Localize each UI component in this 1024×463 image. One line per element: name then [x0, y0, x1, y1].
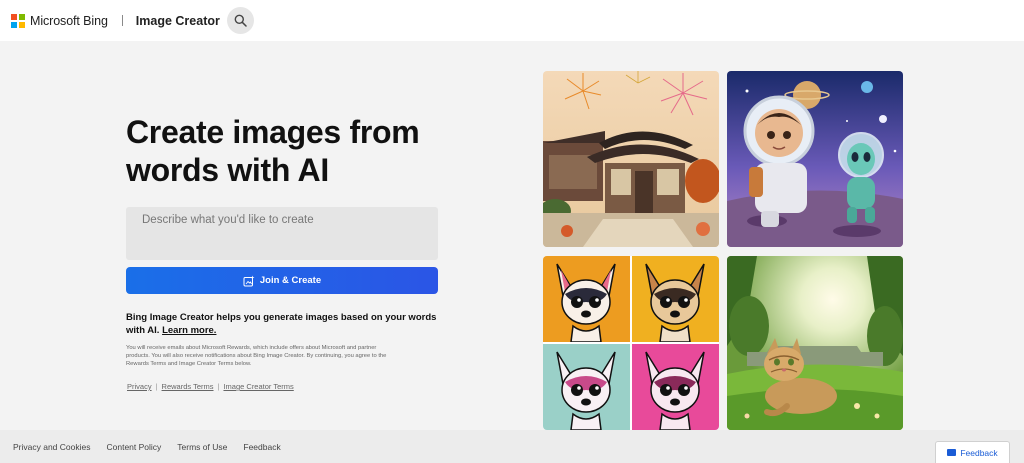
privacy-link[interactable]: Privacy	[127, 382, 152, 391]
feedback-icon	[947, 449, 957, 456]
chihuahua-pop-art-image	[543, 256, 719, 430]
sparkle-image-icon	[243, 275, 255, 286]
hero-title: Create images from words with AI	[126, 114, 420, 188]
search-icon	[234, 14, 247, 27]
logo-text: Microsoft Bing	[30, 13, 108, 28]
footer-terms-link[interactable]: Terms of Use	[177, 442, 227, 452]
feedback-button-label: Feedback	[960, 447, 998, 458]
astronaut-alien-image	[727, 71, 903, 247]
join-create-label: Join & Create	[259, 275, 322, 286]
legal-links: Privacy | Rewards Terms | Image Creator …	[127, 382, 294, 391]
footer-privacy-cookies-link[interactable]: Privacy and Cookies	[13, 442, 90, 452]
pagoda-fireworks-image	[543, 71, 719, 247]
separator: |	[217, 382, 220, 391]
rewards-terms-link[interactable]: Rewards Terms	[162, 382, 214, 391]
microsoft-logo-icon	[11, 13, 25, 28]
footer: Privacy and Cookies Content Policy Terms…	[0, 430, 1024, 463]
prompt-input[interactable]	[126, 207, 438, 260]
feedback-button[interactable]: Feedback	[935, 441, 1010, 463]
description: Bing Image Creator helps you generate im…	[126, 311, 442, 337]
footer-feedback-link[interactable]: Feedback	[243, 442, 280, 452]
fine-print: You will receive emails about Microsoft …	[126, 345, 387, 367]
footer-content-policy-link[interactable]: Content Policy	[106, 442, 161, 452]
microsoft-bing-logo[interactable]: Microsoft Bing	[11, 13, 108, 28]
search-button[interactable]	[226, 7, 254, 34]
app-title[interactable]: Image Creator	[136, 14, 220, 28]
image-creator-terms-link[interactable]: Image Creator Terms	[223, 382, 293, 391]
learn-more-link[interactable]: Learn more.	[162, 325, 216, 336]
join-create-button[interactable]: Join & Create	[126, 267, 438, 294]
top-bar: Microsoft Bing Image Creator	[0, 0, 1024, 41]
divider	[121, 15, 123, 26]
cat-garden-image	[727, 256, 903, 430]
separator: |	[155, 382, 158, 391]
